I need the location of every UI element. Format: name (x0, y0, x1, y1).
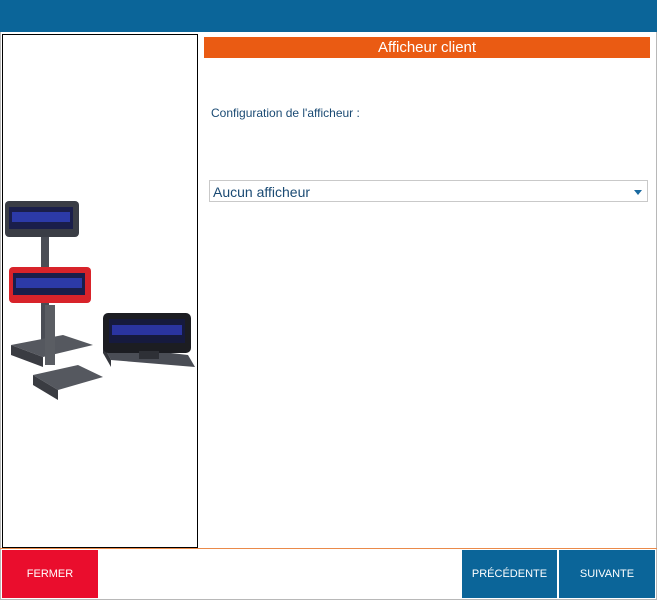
display-select[interactable]: Aucun afficheur (209, 180, 648, 202)
footer-divider (0, 548, 657, 549)
customer-display-illustration (5, 201, 195, 400)
section-title: Afficheur client (204, 37, 650, 58)
display-select-value: Aucun afficheur (213, 184, 311, 200)
next-button[interactable]: SUIVANTE (559, 550, 655, 598)
illustration-panel (2, 34, 198, 548)
top-bar (0, 0, 657, 32)
chevron-down-icon (634, 190, 642, 195)
display-config-label: Configuration de l'afficheur : (211, 106, 360, 120)
previous-button[interactable]: PRÉCÉDENTE (462, 550, 557, 598)
close-button[interactable]: FERMER (2, 550, 98, 598)
